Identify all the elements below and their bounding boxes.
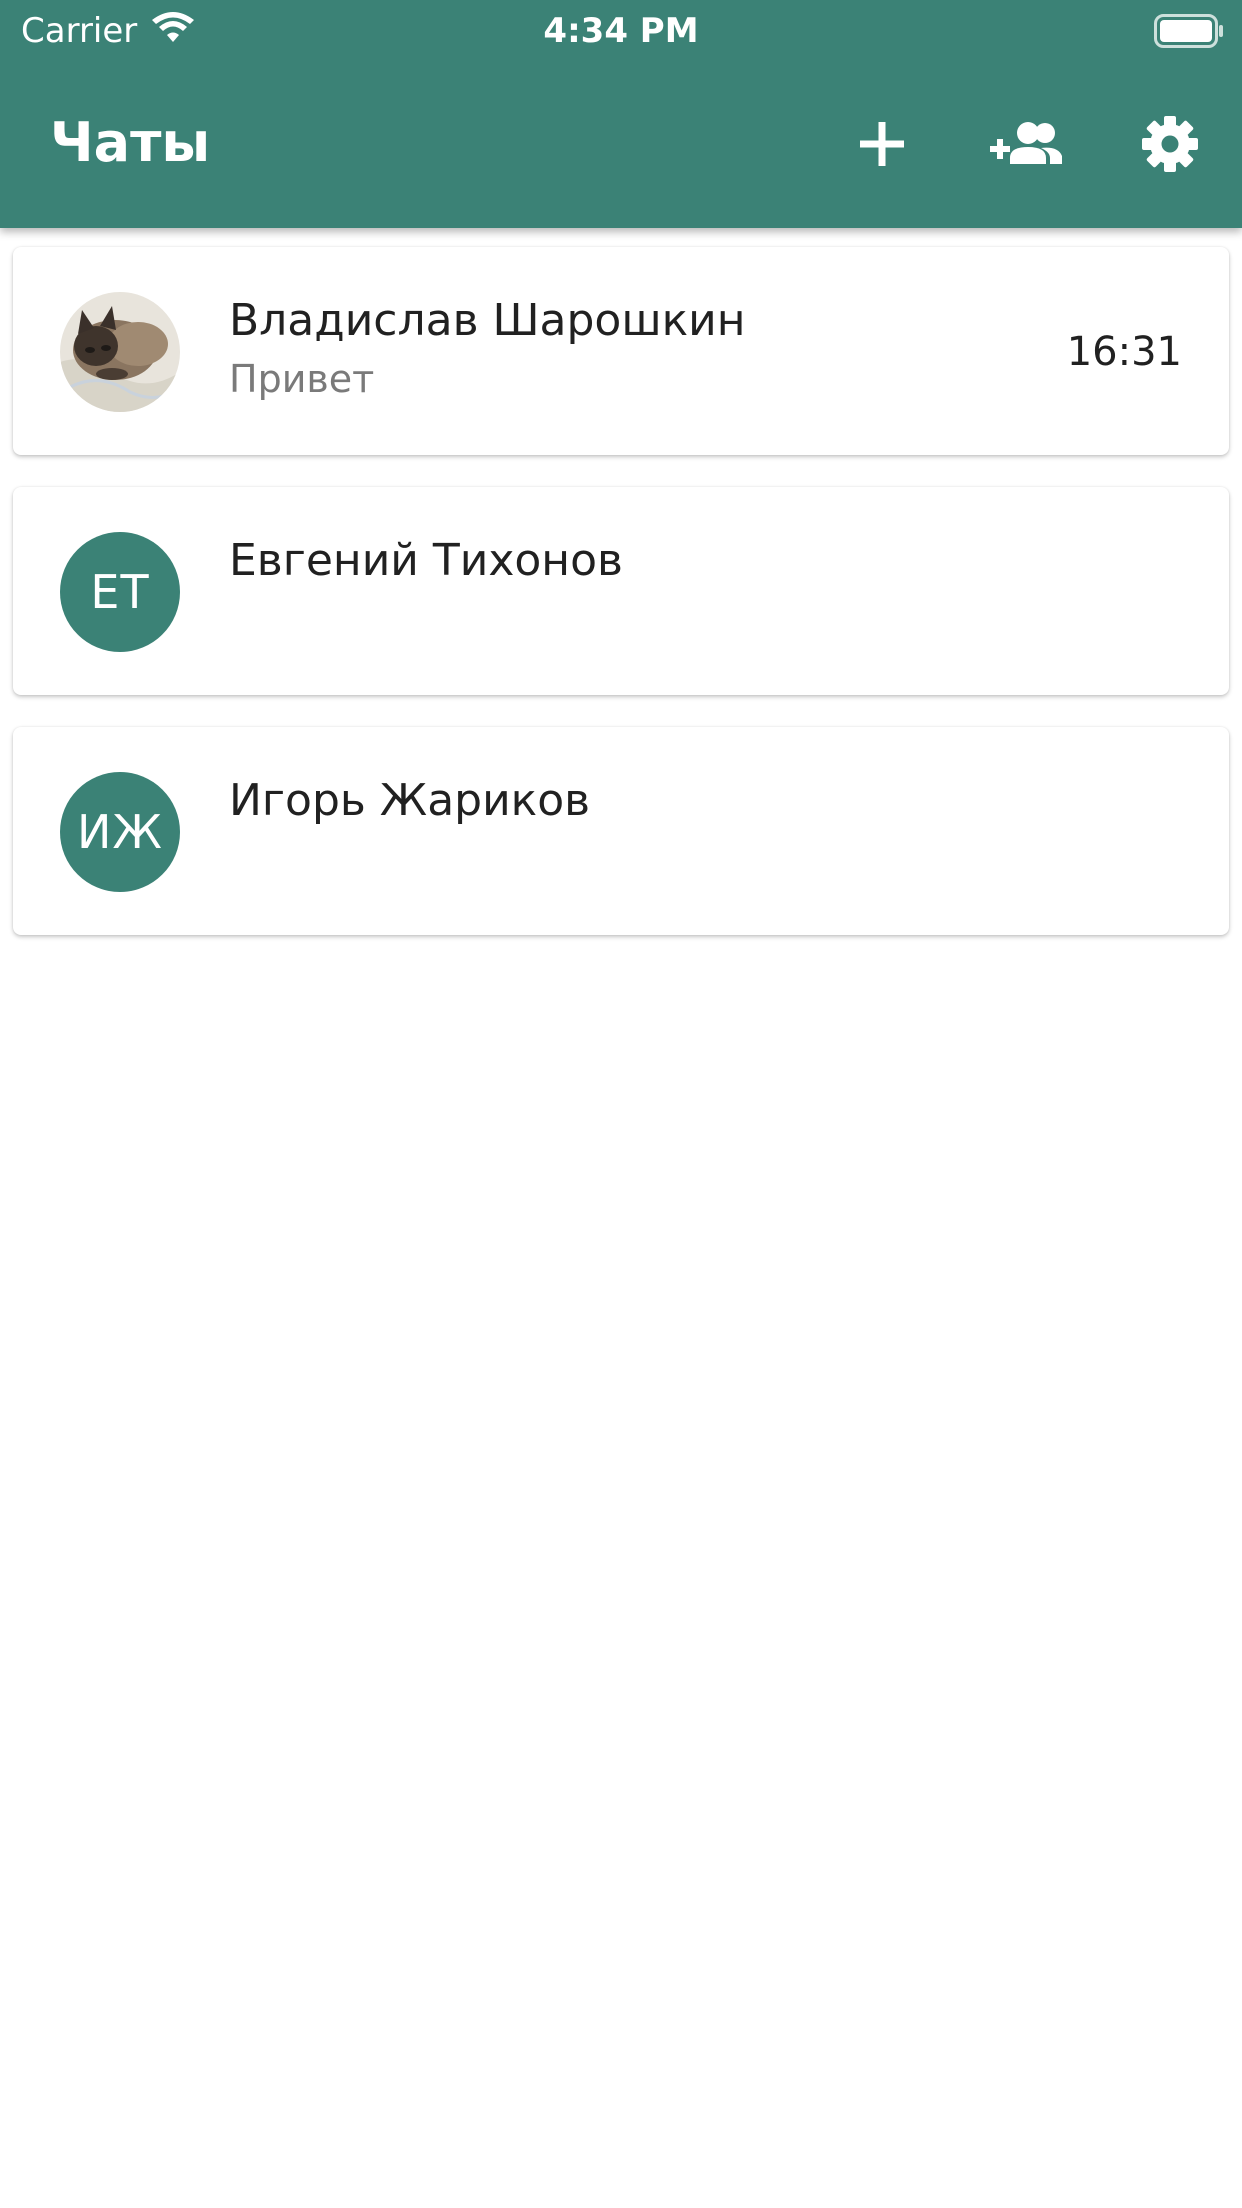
avatar: ЕТ xyxy=(60,532,180,652)
contact-name: Евгений Тихонов xyxy=(229,535,623,586)
cat-photo-avatar xyxy=(60,292,180,412)
gear-icon xyxy=(1142,116,1198,172)
avatar: ИЖ xyxy=(60,772,180,892)
battery-full-icon xyxy=(1154,14,1223,48)
chat-item[interactable]: ЕТ Евгений Тихонов xyxy=(13,487,1229,695)
contact-name: Владислав Шарошкин xyxy=(229,295,746,346)
avatar xyxy=(60,292,180,412)
chat-item[interactable]: Владислав Шарошкин Привет 16:31 xyxy=(13,247,1229,455)
message-time: 16:31 xyxy=(1066,329,1182,375)
last-message: Привет xyxy=(229,357,375,401)
add-contact-icon xyxy=(990,122,1062,164)
settings-button[interactable] xyxy=(1128,108,1212,180)
clock: 4:34 PM xyxy=(543,11,699,51)
app-bar: Carrier 4:34 PM Чаты xyxy=(0,0,1242,228)
contact-name: Игорь Жариков xyxy=(229,775,591,826)
new-chat-button[interactable] xyxy=(840,108,924,180)
plus-icon xyxy=(860,122,904,166)
page-title: Чаты xyxy=(50,111,211,174)
chat-item[interactable]: ИЖ Игорь Жариков xyxy=(13,727,1229,935)
status-bar: Carrier 4:34 PM xyxy=(0,0,1242,64)
add-contact-button[interactable] xyxy=(984,108,1068,180)
